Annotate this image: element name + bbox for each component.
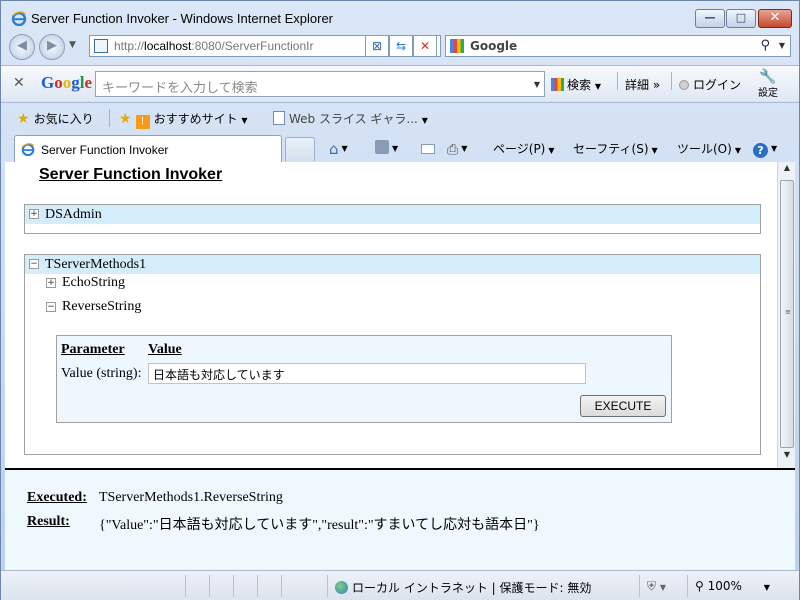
- help-button[interactable]: ? ▼: [753, 140, 777, 158]
- history-dropdown-icon[interactable]: ▼: [69, 40, 76, 50]
- tab-row: Server Function Invoker ⌂ ▼ ▼ ⎙ ▼ ページ(P) ▼ …: [1, 132, 799, 163]
- zoom-control[interactable]: ⚲ 100% ▼: [695, 579, 770, 593]
- new-tab-button[interactable]: [285, 137, 315, 161]
- stop-button[interactable]: ✕: [413, 35, 437, 57]
- safety-menu[interactable]: セーフティ(S) ▼: [573, 140, 658, 157]
- refresh-button[interactable]: ⇆: [389, 35, 413, 57]
- execute-button[interactable]: EXECUTE: [580, 395, 666, 417]
- intranet-globe-icon: [335, 581, 348, 594]
- settings-button[interactable]: 🔧 設定: [753, 70, 783, 99]
- minimize-button[interactable]: —: [695, 9, 725, 28]
- google-toolbar: ✕ Google キーワードを入力して検索 ▼ 検索 ▼ 詳細 » ログイン 🔧…: [1, 65, 799, 101]
- suggested-sites-icon: !: [135, 115, 150, 129]
- tab-ie-icon: [21, 143, 35, 156]
- home-button[interactable]: ⌂ ▼: [329, 140, 348, 158]
- forward-arrow-icon: ▶: [47, 38, 57, 53]
- page-favicon-icon: [94, 39, 108, 53]
- value-header: Value: [148, 342, 182, 357]
- mail-icon: [421, 144, 435, 154]
- printer-icon: ⎙: [447, 142, 459, 158]
- web-slice-gallery-link[interactable]: Web スライス ギャラ... ▼: [273, 110, 428, 127]
- home-icon: ⌂: [329, 140, 339, 158]
- refresh-icon: ⇆: [395, 39, 407, 53]
- google-search-input[interactable]: キーワードを入力して検索 ▼: [95, 71, 545, 97]
- favorites-star-icon: ★: [17, 111, 30, 127]
- forward-button[interactable]: ▶: [39, 34, 65, 60]
- search-icon[interactable]: ⚲: [760, 38, 770, 53]
- parameter-header: Parameter: [61, 342, 125, 357]
- parameter-label: Value (string):: [61, 366, 142, 381]
- feeds-button[interactable]: ▼: [375, 140, 398, 154]
- page-content: Server Function Invoker + DSAdmin − TSer…: [5, 162, 777, 468]
- search-box[interactable]: Google ⚲ ▼: [445, 35, 791, 57]
- favorites-button[interactable]: ★ お気に入り: [17, 110, 94, 127]
- wrench-icon: 🔧: [759, 69, 777, 85]
- close-icon: ✕: [769, 10, 781, 25]
- result-value: {"Value":"日本語も対応しています","result":"すまいてし応対…: [99, 518, 540, 533]
- expand-icon[interactable]: +: [46, 278, 56, 288]
- result-label: Result:: [27, 514, 70, 529]
- maximize-button[interactable]: □: [726, 9, 756, 28]
- result-area: Executed: TServerMethods1.ReverseString …: [5, 468, 795, 570]
- scroll-up-icon[interactable]: ▲: [779, 163, 795, 179]
- minimize-icon: —: [704, 11, 716, 24]
- maximize-icon: □: [735, 11, 747, 24]
- class-panel-dsadmin: + DSAdmin: [24, 204, 761, 234]
- scroll-down-icon[interactable]: ▼: [779, 450, 795, 466]
- google-search-button[interactable]: 検索 ▼: [551, 76, 601, 93]
- executed-value: TServerMethods1.ReverseString: [99, 490, 283, 505]
- method-reversestring[interactable]: − ReverseString: [46, 299, 141, 315]
- close-button[interactable]: ✕: [758, 9, 792, 28]
- executed-label: Executed:: [27, 490, 87, 505]
- add-favorite-icon: ★: [119, 111, 132, 127]
- google-icon: [450, 39, 464, 53]
- suggested-sites-link[interactable]: ★! おすすめサイト ▼: [119, 110, 248, 129]
- scroll-thumb[interactable]: ≡: [780, 180, 794, 448]
- detail-button[interactable]: 詳細 »: [625, 76, 660, 93]
- back-arrow-icon: ◀: [17, 38, 27, 53]
- search-dropdown-icon[interactable]: ▼: [779, 41, 785, 50]
- zoom-icon: ⚲: [695, 579, 704, 593]
- compatibility-icon: ⊠: [371, 39, 383, 53]
- favorites-bar: ★ お気に入り ★! おすすめサイト ▼ Web スライス ギャラ... ▼: [1, 102, 799, 132]
- security-zone[interactable]: ローカル イントラネット | 保護モード: 無効: [335, 579, 591, 596]
- close-toolbar-icon[interactable]: ✕: [13, 75, 25, 91]
- google-g-icon: [551, 78, 564, 91]
- protected-mode-button[interactable]: ⛨ ▼: [647, 579, 666, 594]
- expand-icon[interactable]: +: [29, 209, 39, 219]
- search-provider-label: Google: [470, 39, 518, 53]
- tab-label: Server Function Invoker: [41, 143, 169, 157]
- back-button[interactable]: ◀: [9, 34, 35, 60]
- print-button[interactable]: ⎙ ▼: [447, 140, 467, 158]
- login-button[interactable]: ログイン: [679, 76, 741, 93]
- collapse-icon[interactable]: −: [29, 259, 39, 269]
- help-icon: ?: [753, 143, 768, 158]
- stop-icon: ✕: [419, 39, 431, 53]
- collapse-icon[interactable]: −: [46, 302, 56, 312]
- page-title: Server Function Invoker: [39, 166, 223, 183]
- status-bar: ローカル イントラネット | 保護モード: 無効 ⛨ ▼ ⚲ 100% ▼: [1, 570, 799, 600]
- value-input[interactable]: 日本語も対応しています: [148, 363, 586, 384]
- parameter-box: Parameter Value Value (string): 日本語も対応して…: [56, 335, 672, 423]
- google-search-placeholder: キーワードを入力して検索: [102, 81, 258, 96]
- ie-logo-icon: [11, 11, 27, 26]
- web-slice-icon: [273, 111, 285, 125]
- tools-menu[interactable]: ツール(O) ▼: [677, 140, 741, 157]
- tab-server-function-invoker[interactable]: Server Function Invoker: [14, 135, 282, 163]
- google-logo: Google: [41, 73, 93, 92]
- class-header-dsadmin[interactable]: + DSAdmin: [25, 205, 760, 224]
- shield-icon: ⛨: [647, 579, 657, 593]
- browser-window: Server Function Invoker - Windows Intern…: [0, 0, 800, 600]
- rss-icon: [375, 140, 389, 154]
- page-menu[interactable]: ページ(P) ▼: [493, 140, 555, 157]
- class-header-tservermethods1[interactable]: − TServerMethods1: [25, 255, 760, 274]
- compatibility-view-button[interactable]: ⊠: [365, 35, 389, 57]
- method-echostring[interactable]: + EchoString: [46, 275, 125, 291]
- mail-button[interactable]: [421, 140, 435, 154]
- window-title: Server Function Invoker - Windows Intern…: [31, 11, 334, 26]
- title-bar: Server Function Invoker - Windows Intern…: [1, 1, 799, 31]
- google-search-dropdown-icon[interactable]: ▼: [534, 80, 540, 89]
- vertical-scrollbar[interactable]: ▲ ≡ ▼: [777, 162, 795, 468]
- user-icon: [679, 80, 689, 90]
